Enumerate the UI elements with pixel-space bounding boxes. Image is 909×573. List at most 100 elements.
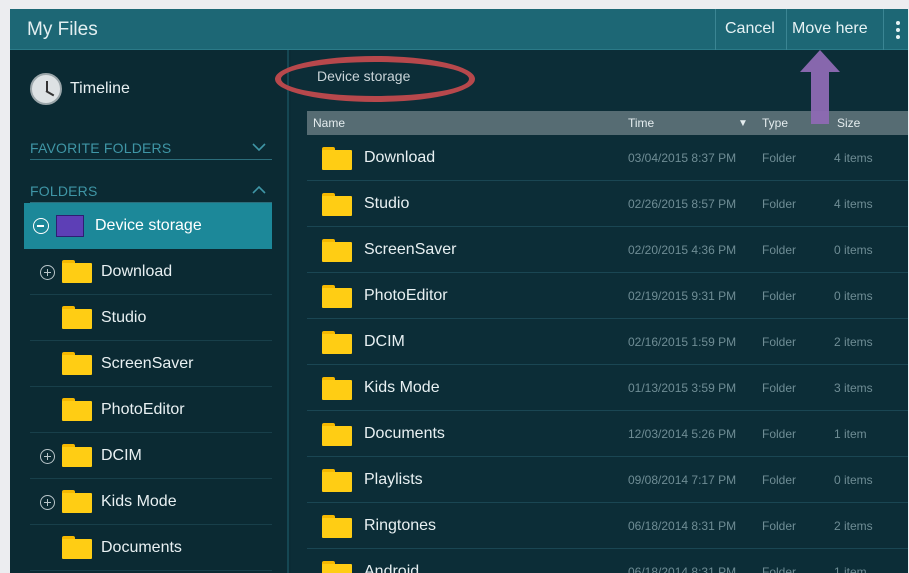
file-size: 4 items: [834, 151, 873, 165]
timeline-label: Timeline: [70, 80, 130, 97]
file-size: 0 items: [834, 473, 873, 487]
file-size: 1 item: [834, 565, 867, 573]
file-time: 02/16/2015 1:59 PM: [628, 335, 737, 349]
favorite-folders-label: FAVORITE FOLDERS: [30, 140, 172, 156]
sidebar-item-screensaver[interactable]: ScreenSaver: [30, 341, 272, 387]
file-name: Ringtones: [364, 517, 437, 534]
table-row[interactable]: ScreenSaver 02/20/2015 4:36 PM Folder 0 …: [307, 227, 908, 273]
sidebar-item-label: ScreenSaver: [101, 355, 194, 372]
table-row[interactable]: Playlists 09/08/2014 7:17 PM Folder 0 it…: [307, 457, 908, 503]
file-name: Android: [364, 563, 420, 573]
sidebar-item-studio[interactable]: Studio: [30, 295, 272, 341]
expand-icon[interactable]: [40, 495, 55, 510]
column-type[interactable]: Type: [762, 116, 788, 130]
folder-icon: [322, 561, 352, 573]
folder-icon: [322, 285, 352, 308]
table-row[interactable]: Studio 02/26/2015 8:57 PM Folder 4 items: [307, 181, 908, 227]
table-row[interactable]: PhotoEditor 02/19/2015 9:31 PM Folder 0 …: [307, 273, 908, 319]
sidebar-item-dcim[interactable]: DCIM: [30, 433, 272, 479]
sidebar: Timeline FAVORITE FOLDERS FOLDERS Device…: [10, 50, 289, 573]
table-row[interactable]: DCIM 02/16/2015 1:59 PM Folder 2 items: [307, 319, 908, 365]
breadcrumb[interactable]: Device storage: [317, 68, 410, 84]
file-name: Documents: [364, 425, 445, 442]
app-title: My Files: [27, 19, 98, 40]
file-list-pane: Device storage Name Time ▼ Type Size Dow…: [275, 50, 908, 573]
table-row[interactable]: Download 03/04/2015 8:37 PM Folder 4 ite…: [307, 135, 908, 181]
file-name: PhotoEditor: [364, 287, 448, 304]
sidebar-item-label: PhotoEditor: [101, 401, 185, 418]
column-name[interactable]: Name: [313, 116, 345, 130]
device-storage-label: Device storage: [95, 217, 202, 234]
sidebar-item-label: Download: [101, 263, 173, 280]
file-name: Download: [364, 149, 436, 166]
folder-icon: [62, 352, 92, 375]
file-time: 06/18/2014 8:31 PM: [628, 565, 737, 573]
file-size: 3 items: [834, 381, 873, 395]
file-type: Folder: [762, 565, 797, 573]
sort-down-icon[interactable]: ▼: [738, 118, 748, 129]
expand-icon[interactable]: [40, 449, 55, 464]
column-size[interactable]: Size: [837, 116, 860, 130]
file-name: DCIM: [364, 333, 405, 350]
file-name: Playlists: [364, 471, 423, 488]
table-row[interactable]: Ringtones 06/18/2014 8:31 PM Folder 2 it…: [307, 503, 908, 549]
sidebar-item-label: DCIM: [101, 447, 142, 464]
folder-icon: [62, 398, 92, 421]
sidebar-item-device-storage[interactable]: Device storage: [24, 203, 272, 249]
annotation-arrow-up-icon: [800, 50, 840, 124]
file-time: 01/13/2015 3:59 PM: [628, 381, 737, 395]
file-type: Folder: [762, 519, 797, 533]
file-type: Folder: [762, 289, 797, 303]
file-type: Folder: [762, 243, 797, 257]
file-type: Folder: [762, 381, 797, 395]
file-size: 1 item: [834, 427, 867, 441]
file-time: 03/04/2015 8:37 PM: [628, 151, 737, 165]
collapse-icon[interactable]: [33, 218, 49, 234]
file-name: ScreenSaver: [364, 241, 457, 258]
sidebar-item-download[interactable]: Download: [30, 249, 272, 295]
sidebar-item-kids-mode[interactable]: Kids Mode: [30, 479, 272, 525]
device-storage-icon: [56, 215, 84, 237]
folders-header[interactable]: FOLDERS: [30, 181, 272, 203]
file-size: 2 items: [834, 335, 873, 349]
my-files-window: My Files Cancel Move here Timeline FAVOR…: [10, 9, 908, 573]
folder-icon: [322, 239, 352, 262]
file-time: 09/08/2014 7:17 PM: [628, 473, 737, 487]
toolbar-divider: [786, 9, 787, 50]
column-time[interactable]: Time: [628, 116, 654, 130]
folder-icon: [62, 444, 92, 467]
cancel-button[interactable]: Cancel: [725, 20, 775, 38]
chevron-down-icon: [252, 143, 266, 152]
title-bar: My Files Cancel Move here: [10, 9, 908, 50]
file-size: 0 items: [834, 243, 873, 257]
sidebar-item-photoeditor[interactable]: PhotoEditor: [30, 387, 272, 433]
folder-icon: [322, 423, 352, 446]
move-here-button[interactable]: Move here: [792, 20, 868, 38]
overflow-menu-icon[interactable]: [893, 21, 903, 39]
sidebar-item-label: Kids Mode: [101, 493, 177, 510]
file-size: 4 items: [834, 197, 873, 211]
file-type: Folder: [762, 473, 797, 487]
expand-icon[interactable]: [40, 265, 55, 280]
sidebar-item-documents[interactable]: Documents: [30, 525, 272, 571]
file-size: 0 items: [834, 289, 873, 303]
chevron-up-icon: [252, 185, 266, 194]
folder-icon: [322, 193, 352, 216]
sidebar-item-label: Studio: [101, 309, 147, 326]
table-row[interactable]: Documents 12/03/2014 5:26 PM Folder 1 it…: [307, 411, 908, 457]
folder-icon: [62, 536, 92, 559]
file-time: 12/03/2014 5:26 PM: [628, 427, 737, 441]
file-type: Folder: [762, 335, 797, 349]
timeline-item[interactable]: Timeline: [30, 73, 270, 107]
file-name: Kids Mode: [364, 379, 440, 396]
folder-icon: [322, 515, 352, 538]
file-time: 02/26/2015 8:57 PM: [628, 197, 737, 211]
table-row[interactable]: Kids Mode 01/13/2015 3:59 PM Folder 3 it…: [307, 365, 908, 411]
favorite-folders-header[interactable]: FAVORITE FOLDERS: [30, 138, 272, 160]
file-time: 02/20/2015 4:36 PM: [628, 243, 737, 257]
file-type: Folder: [762, 427, 797, 441]
folder-icon: [322, 147, 352, 170]
folder-icon: [62, 260, 92, 283]
folder-icon: [322, 377, 352, 400]
table-row[interactable]: Android 06/18/2014 8:31 PM Folder 1 item: [307, 549, 908, 573]
